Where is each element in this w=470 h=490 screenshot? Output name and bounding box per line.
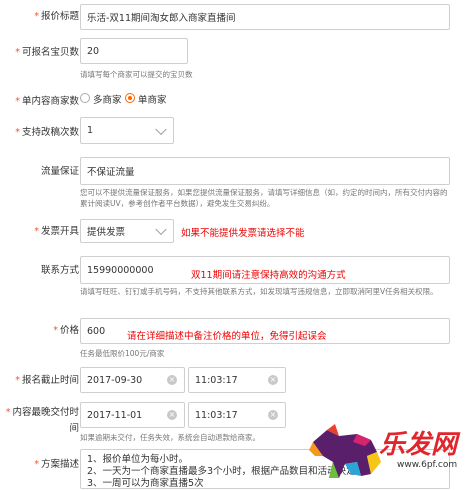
- guarantee-label: 流量保证: [40, 166, 79, 177]
- watermark-brand: 乐发网: [379, 430, 458, 460]
- plan-line-3: 3、一周可以为商家直播5次: [87, 478, 204, 489]
- invoice-select[interactable]: 提供发票: [80, 219, 174, 243]
- guarantee-hint: 您可以不提供流量保证服务，如果您提供流量保证服务，请填写详细信息（如，约定的时间…: [80, 188, 448, 208]
- bull-logo-icon: [309, 424, 381, 478]
- radio-multi-label: 多商家: [93, 95, 122, 106]
- title-input[interactable]: 乐活-双11期间淘女郎入商家直播间: [80, 4, 450, 30]
- price-note: 请在详细描述中备注价格的单位，免得引起误会: [127, 331, 327, 342]
- clear-icon[interactable]: ×: [167, 375, 177, 385]
- contact-note: 双11期间请注意保持高效的沟通方式: [191, 270, 346, 281]
- radio-multi[interactable]: [80, 93, 90, 103]
- price-label: * 价格: [53, 325, 79, 336]
- radio-single-label: 单商家: [138, 95, 167, 106]
- merchant-label: * 单内容商家数: [15, 96, 79, 107]
- plan-line-1: 1、报价单位为每小时。: [87, 454, 189, 465]
- deadline-label: * 报名截止时间: [15, 375, 79, 386]
- count-input[interactable]: 20: [80, 38, 188, 64]
- chevron-down-icon: [155, 223, 167, 236]
- contact-label: 联系方式: [40, 265, 79, 276]
- guarantee-input[interactable]: 不保证流量: [80, 157, 450, 185]
- invoice-note: 如果不能提供发票请选择不能: [181, 228, 305, 239]
- watermark-url: www.6pf.com: [397, 460, 458, 470]
- clear-icon[interactable]: ×: [268, 375, 278, 385]
- revisions-label: * 支持改稿次数: [15, 127, 79, 138]
- clear-icon[interactable]: ×: [167, 410, 177, 420]
- delivery-label: * 内容最晚交付时间: [5, 407, 79, 434]
- invoice-label: * 发票开具: [34, 226, 79, 237]
- count-hint: 请填写每个商家可以提交的宝贝数: [80, 70, 193, 79]
- contact-hint: 请填写旺旺、钉钉或手机号码，不支持其他联系方式，如发现填写违规信息，立即取消阿里…: [80, 287, 438, 296]
- title-label: * 报价标题: [34, 11, 79, 22]
- watermark: 乐发网 www.6pf.com: [305, 420, 470, 486]
- radio-single[interactable]: [125, 93, 135, 103]
- price-hint: 任务最低限价100元/商家: [80, 349, 165, 358]
- delivery-hint: 如果逾期未交付，任务失效，系统会自动退款给商家。: [80, 433, 260, 442]
- chevron-down-icon: [155, 123, 167, 135]
- count-label: * 可报名宝贝数: [15, 47, 79, 58]
- plan-label: * 方案描述: [34, 459, 79, 470]
- revisions-select[interactable]: 1: [80, 117, 174, 144]
- clear-icon[interactable]: ×: [268, 410, 278, 420]
